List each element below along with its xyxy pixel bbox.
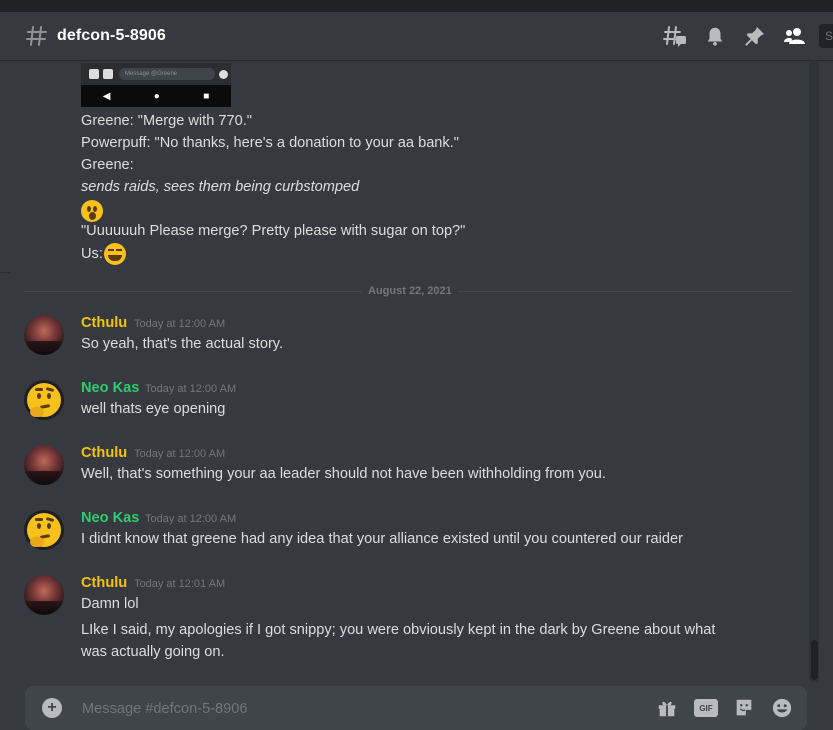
back-icon: ◀ [102,90,111,102]
message-content: Damn lol [81,596,139,612]
gif-button[interactable]: GIF [694,696,718,720]
message-author[interactable]: Cthulu [81,313,127,333]
phone-screenshot-attachment[interactable]: Message @Greene ◀ ● ■ [81,63,231,107]
home-icon: ● [153,90,160,102]
header-toolbar: S [663,12,833,60]
laughing-face-emoji-icon[interactable] [103,243,126,265]
message-author[interactable]: Neo Kas [81,378,139,398]
thinking-face-avatar-icon [27,383,61,417]
message-composer: + GIF [25,686,807,730]
story-line: Powerpuff: "No thanks, here's a donation… [81,135,459,151]
avatar[interactable] [24,380,64,420]
message-timestamp: Today at 12:00 AM [134,448,226,460]
threads-icon[interactable] [663,24,687,48]
message-timestamp: Today at 12:01 AM [134,578,226,590]
message-content: I didnt know that greene had any idea th… [81,531,683,547]
message-author[interactable]: Cthulu [81,443,127,463]
screenshot-upload-icon [89,69,99,79]
avatar[interactable] [24,315,64,355]
upload-plus-button[interactable]: + [42,698,62,718]
screenshot-composer-bar: Message @Greene [81,63,231,85]
message-content: well thats eye opening [81,401,226,417]
text-channel-hash-icon [26,25,48,47]
bell-icon[interactable] [703,24,727,48]
message-content: Well, that's something your aa leader sh… [81,466,606,482]
hushed-face-emoji-icon[interactable] [81,200,103,222]
screenshot-message-field: Message @Greene [119,68,215,80]
avatar[interactable] [24,510,64,550]
message-author[interactable]: Neo Kas [81,508,139,528]
message-content: So yeah, that's the actual story. [81,336,284,352]
message-timestamp: Today at 12:00 AM [145,513,237,525]
message-content: LIke I said, my apologies if I got snipp… [81,622,716,638]
sticker-icon[interactable] [732,696,756,720]
gift-icon[interactable] [655,696,679,720]
story-line-italic: sends raids, sees them being curbstomped [81,179,360,195]
screenshot-emoji-icon [219,69,228,79]
story-line: Greene: "Merge with 770." [81,113,252,129]
avatar[interactable] [24,575,64,615]
members-icon[interactable] [783,24,807,48]
story-emoji-line [81,200,103,222]
gif-label: GIF [694,699,718,717]
emoji-picker-icon[interactable] [770,696,794,720]
message-timestamp: Today at 12:00 AM [134,318,226,330]
message-timestamp: Today at 12:00 AM [145,383,237,395]
channel-name: defcon-5-8906 [57,27,166,44]
screenshot-android-nav: ◀ ● ■ [81,85,231,107]
channel-header: defcon-5-8906 S [0,12,833,60]
story-line: "Uuuuuuh Please merge? Pretty please wit… [81,223,466,239]
message-content: was actually going on. [81,644,225,660]
message-list: Message @Greene ◀ ● ■ Greene: "Merge wit… [0,60,808,680]
screenshot-gift-icon [103,69,113,79]
message-input[interactable] [82,698,622,720]
date-divider: August 22, 2021 [362,284,458,298]
window-top-strip [0,0,833,12]
story-line-with-emoji: Us: [81,243,126,265]
avatar[interactable] [24,445,64,485]
search-input[interactable]: S [819,24,833,48]
thinking-face-avatar-icon [27,513,61,547]
scrollbar-thumb[interactable] [811,640,818,680]
pin-icon[interactable] [743,24,767,48]
story-line: Greene: [81,157,134,173]
recents-icon: ■ [203,90,210,102]
story-line-text: Us: [81,245,103,262]
scrollbar-track[interactable] [809,60,819,682]
message-author[interactable]: Cthulu [81,573,127,593]
